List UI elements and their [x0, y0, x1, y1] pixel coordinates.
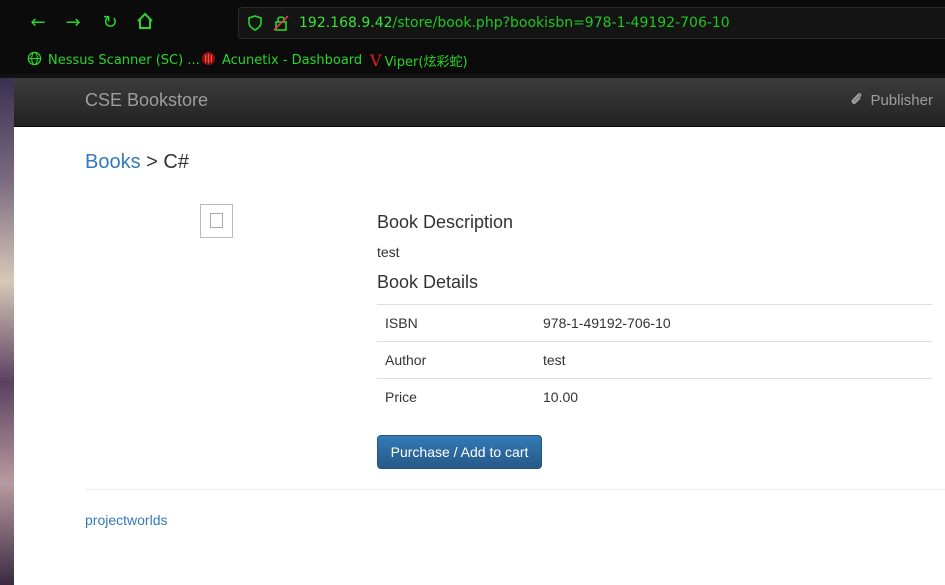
- detail-key: ISBN: [377, 304, 535, 342]
- site-brand[interactable]: CSE Bookstore: [85, 90, 208, 111]
- table-row: ISBN 978-1-49192-706-10: [377, 304, 932, 342]
- publisher-link[interactable]: Publisher: [849, 91, 933, 110]
- detail-value: test: [535, 341, 932, 379]
- detail-key: Author: [377, 341, 535, 379]
- table-row: Price 10.00: [377, 378, 932, 416]
- breadcrumb-books-link[interactable]: Books: [85, 151, 141, 173]
- desktop-wallpaper: [0, 78, 14, 585]
- breadcrumb-separator: >: [146, 151, 158, 173]
- bookmark-label: Acunetix - Dashboard: [222, 52, 363, 68]
- bookmark-acunetix[interactable]: Acunetix - Dashboard: [201, 51, 362, 69]
- home-icon[interactable]: [134, 12, 156, 34]
- detail-key: Price: [377, 378, 535, 416]
- table-row: Author test: [377, 341, 932, 379]
- description-text: test: [377, 244, 400, 260]
- insecure-lock-icon[interactable]: [273, 15, 289, 31]
- breadcrumb-current: C#: [163, 151, 189, 173]
- paperclip-icon: [849, 91, 864, 110]
- footer-divider: [85, 489, 945, 490]
- back-icon[interactable]: ←: [27, 12, 49, 34]
- bookmark-viper[interactable]: V Viper(炫彩蛇): [370, 50, 468, 70]
- forward-icon[interactable]: →: [62, 12, 84, 34]
- footer-link[interactable]: projectworlds: [85, 512, 167, 528]
- web-page: CSE Bookstore Publisher Books > C# Book …: [14, 78, 945, 585]
- bookmark-nessus[interactable]: Nessus Scanner (SC) ...: [27, 51, 200, 69]
- breadcrumb: Books > C#: [85, 151, 189, 174]
- acunetix-icon: [201, 51, 216, 70]
- globe-icon: [27, 51, 42, 70]
- bookmark-label: Viper(炫彩蛇): [384, 54, 468, 70]
- reload-icon[interactable]: ↻: [99, 12, 121, 34]
- broken-image-icon: [210, 213, 223, 228]
- detail-value: 978-1-49192-706-10: [535, 304, 932, 342]
- detail-value: 10.00: [535, 378, 932, 416]
- url-host: 192.168.9.42: [299, 15, 393, 31]
- publisher-label: Publisher: [870, 92, 933, 109]
- description-heading: Book Description: [377, 212, 514, 232]
- site-navbar: CSE Bookstore Publisher: [14, 78, 945, 127]
- viper-icon: V: [370, 50, 382, 70]
- details-heading: Book Details: [377, 272, 479, 292]
- purchase-button[interactable]: Purchase / Add to cart: [377, 435, 542, 469]
- browser-toolbar: ← → ↻ 192.168.9.42/store/book.php?bookis…: [0, 0, 945, 46]
- url-path: /store/book.php?bookisbn=978-1-49192-706…: [392, 15, 730, 31]
- url-text[interactable]: 192.168.9.42/store/book.php?bookisbn=978…: [299, 15, 730, 31]
- bookmarks-bar: Nessus Scanner (SC) ... Acunetix - Dashb…: [0, 46, 945, 74]
- bookmark-label: Nessus Scanner (SC) ...: [48, 52, 200, 68]
- book-cover-image: [200, 204, 233, 238]
- shield-icon[interactable]: [247, 15, 263, 31]
- address-bar[interactable]: 192.168.9.42/store/book.php?bookisbn=978…: [238, 7, 945, 39]
- book-details-table: ISBN 978-1-49192-706-10 Author test Pric…: [377, 304, 932, 416]
